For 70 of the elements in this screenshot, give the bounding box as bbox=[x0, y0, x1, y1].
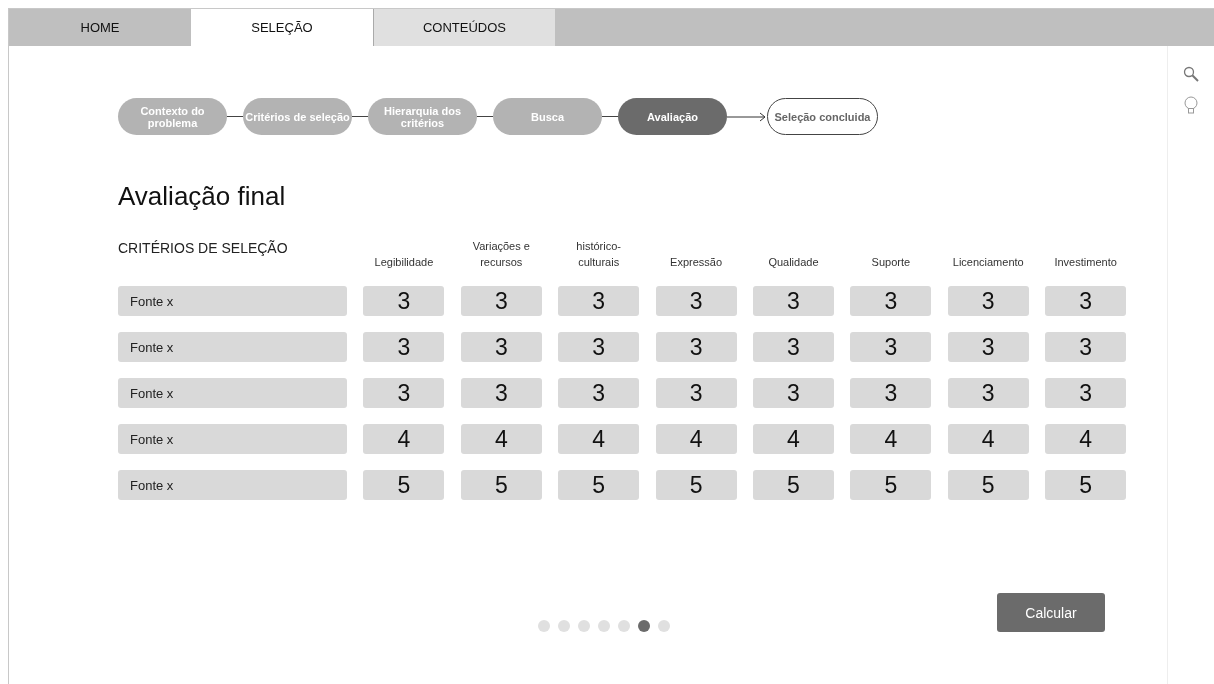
score-field[interactable]: 5 bbox=[558, 470, 640, 500]
column-header: Expressão bbox=[669, 255, 724, 270]
score-field[interactable]: 3 bbox=[558, 286, 640, 316]
page-dot[interactable] bbox=[578, 620, 590, 632]
page-dot[interactable] bbox=[538, 620, 550, 632]
score-field[interactable]: 3 bbox=[460, 286, 542, 316]
page-dot[interactable] bbox=[558, 620, 570, 632]
score-field[interactable]: 3 bbox=[655, 378, 737, 408]
score-field[interactable]: 3 bbox=[558, 332, 640, 362]
column-header: Variações e recursos bbox=[471, 239, 531, 270]
score-field[interactable]: 3 bbox=[947, 332, 1029, 362]
score-field[interactable]: 3 bbox=[752, 378, 834, 408]
score-field[interactable]: 3 bbox=[947, 286, 1029, 316]
tab[interactable]: SELEÇÃO bbox=[191, 9, 373, 46]
row-label: Fonte x bbox=[118, 286, 347, 316]
row-label: Fonte x bbox=[118, 470, 347, 500]
score-field[interactable]: 4 bbox=[363, 424, 445, 454]
score-field[interactable]: 5 bbox=[460, 470, 542, 500]
table-heading: CRITÉRIOS DE SELEÇÃO bbox=[118, 239, 289, 256]
score-field[interactable]: 3 bbox=[1045, 378, 1127, 408]
step-pill[interactable]: Seleção concluida bbox=[767, 98, 878, 135]
score-field[interactable]: 5 bbox=[850, 470, 932, 500]
score-field[interactable]: 4 bbox=[752, 424, 834, 454]
column-header: Investimento bbox=[1053, 255, 1118, 270]
column-header: histórico-culturais bbox=[575, 239, 622, 270]
score-field[interactable]: 3 bbox=[1045, 286, 1127, 316]
score-field[interactable]: 3 bbox=[558, 378, 640, 408]
score-field[interactable]: 4 bbox=[947, 424, 1029, 454]
score-field[interactable]: 3 bbox=[460, 378, 542, 408]
row-label: Fonte x bbox=[118, 424, 347, 454]
score-field[interactable]: 5 bbox=[363, 470, 445, 500]
page-dot[interactable] bbox=[638, 620, 650, 632]
score-field[interactable]: 4 bbox=[1045, 424, 1127, 454]
page-dot[interactable] bbox=[658, 620, 670, 632]
score-field[interactable]: 3 bbox=[655, 332, 737, 362]
score-field[interactable]: 5 bbox=[752, 470, 834, 500]
step-pill[interactable]: Avaliação bbox=[618, 98, 727, 135]
score-field[interactable]: 4 bbox=[460, 424, 542, 454]
score-field[interactable]: 3 bbox=[655, 286, 737, 316]
score-field[interactable]: 3 bbox=[363, 378, 445, 408]
score-field[interactable]: 3 bbox=[850, 332, 932, 362]
row-label: Fonte x bbox=[118, 332, 347, 362]
calculate-button[interactable]: Calcular bbox=[997, 593, 1105, 632]
page-title: Avaliação final bbox=[118, 181, 287, 212]
column-header: Licenciamento bbox=[951, 255, 1025, 270]
score-field[interactable]: 3 bbox=[752, 332, 834, 362]
column-header: Suporte bbox=[870, 255, 912, 270]
tab[interactable]: CONTEÚDOS bbox=[373, 9, 555, 46]
column-header: Legibilidade bbox=[373, 255, 435, 270]
score-field[interactable]: 5 bbox=[655, 470, 737, 500]
score-field[interactable]: 4 bbox=[850, 424, 932, 454]
score-field[interactable]: 3 bbox=[1045, 332, 1127, 362]
score-field[interactable]: 4 bbox=[655, 424, 737, 454]
score-field[interactable]: 5 bbox=[1045, 470, 1127, 500]
score-field[interactable]: 3 bbox=[752, 286, 834, 316]
page-dot[interactable] bbox=[598, 620, 610, 632]
arrow-icon bbox=[727, 111, 767, 122]
score-field[interactable]: 5 bbox=[947, 470, 1029, 500]
search-icon[interactable] bbox=[1183, 66, 1199, 82]
lightbulb-icon[interactable] bbox=[1184, 96, 1198, 114]
score-field[interactable]: 3 bbox=[947, 378, 1029, 408]
score-field[interactable]: 3 bbox=[460, 332, 542, 362]
score-field[interactable]: 3 bbox=[850, 378, 932, 408]
row-label: Fonte x bbox=[118, 378, 347, 408]
score-field[interactable]: 3 bbox=[850, 286, 932, 316]
score-field[interactable]: 3 bbox=[363, 286, 445, 316]
score-field[interactable]: 3 bbox=[363, 332, 445, 362]
score-field[interactable]: 4 bbox=[558, 424, 640, 454]
column-header: Qualidade bbox=[767, 255, 820, 270]
page-dot[interactable] bbox=[618, 620, 630, 632]
